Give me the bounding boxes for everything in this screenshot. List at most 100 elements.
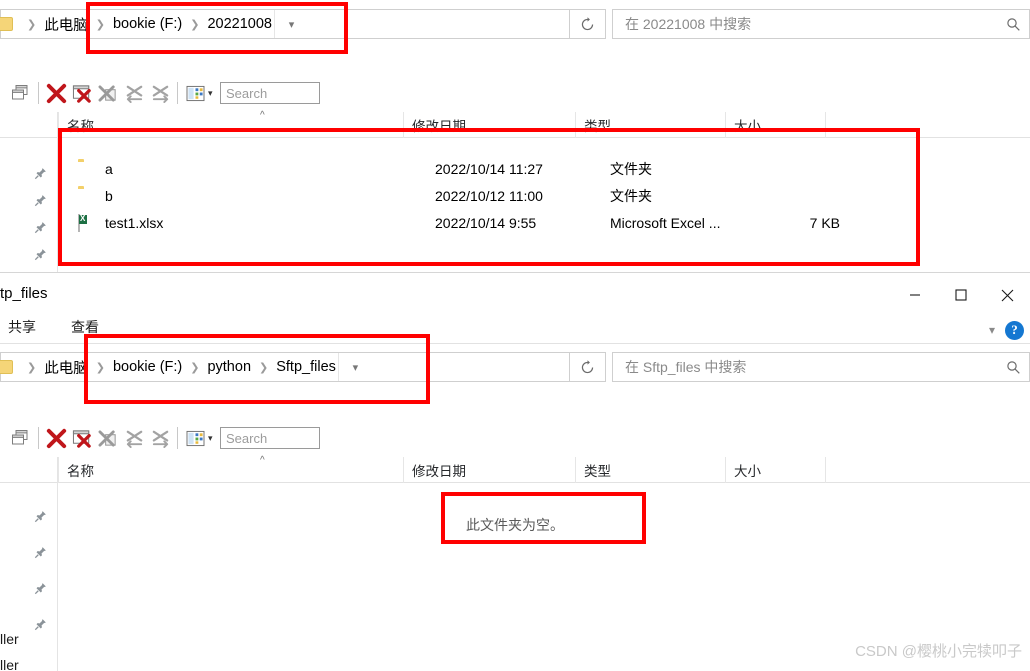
address-dropdown-icon[interactable]: ▾ <box>337 353 372 381</box>
refresh-icon <box>581 359 594 373</box>
breadcrumb-item[interactable]: bookie (F:) <box>111 16 184 32</box>
file-name: a <box>105 160 113 177</box>
ribbon-right-controls: ▾ ? <box>989 317 1024 343</box>
sidebar-item-truncated[interactable]: ller <box>0 631 19 647</box>
column-header-size[interactable]: 大小 <box>725 457 825 483</box>
breadcrumb-item[interactable]: 此电脑 <box>42 357 90 378</box>
delete-red-x-icon[interactable] <box>43 425 69 451</box>
breadcrumb-2: ❯ 此电脑 ❯ bookie (F:) ❯ python ❯ Sftp_file… <box>21 357 338 378</box>
quick-access-pins-1 <box>0 160 56 268</box>
table-row[interactable]: a 2022/10/14 11:27 文件夹 <box>78 155 1030 182</box>
address-bar-1[interactable]: ❯ 此电脑 ❯ bookie (F:) ❯ 20221008 ▾ <box>0 9 570 39</box>
help-button[interactable]: ? <box>1005 320 1024 340</box>
window-controls <box>892 273 1030 317</box>
transfer-left-icon[interactable] <box>121 425 147 451</box>
chevron-right-icon: ❯ <box>27 361 37 374</box>
table-row[interactable]: b 2022/10/12 11:00 文件夹 <box>78 182 1030 209</box>
column-header-type[interactable]: 类型 <box>575 112 725 138</box>
excel-file-icon <box>78 213 96 232</box>
breadcrumb-1: ❯ 此电脑 ❯ bookie (F:) ❯ 20221008 <box>21 14 274 35</box>
pin-icon[interactable] <box>0 241 56 268</box>
toolbar-separator <box>38 82 39 104</box>
pin-icon[interactable] <box>0 534 56 570</box>
toolbar-2: ▾ Search <box>0 421 1030 455</box>
file-date: 2022/10/12 11:00 <box>435 187 543 204</box>
explorer-window-top: ❯ 此电脑 ❯ bookie (F:) ❯ 20221008 ▾ 在 20221… <box>0 0 1030 281</box>
chevron-right-icon: ❯ <box>95 18 105 31</box>
column-header-extra <box>825 112 885 138</box>
chevron-right-icon: ❯ <box>27 18 37 31</box>
column-header-date[interactable]: 修改日期 <box>403 112 575 138</box>
address-bar-2[interactable]: ❯ 此电脑 ❯ bookie (F:) ❯ python ❯ Sftp_file… <box>0 352 570 382</box>
chevron-down-icon[interactable]: ▾ <box>989 323 995 337</box>
column-header-size[interactable]: 大小 <box>725 112 825 138</box>
minimize-button[interactable] <box>892 275 938 315</box>
transfer-left-icon[interactable] <box>121 80 147 106</box>
pin-icon[interactable] <box>0 214 56 241</box>
file-type: Microsoft Excel ... <box>610 214 721 231</box>
close-window-red-x-icon[interactable] <box>69 425 95 451</box>
file-type: 文件夹 <box>610 187 652 204</box>
file-date: 2022/10/14 11:27 <box>435 160 543 177</box>
refresh-button-1[interactable] <box>570 9 606 39</box>
breadcrumb-item[interactable]: python <box>205 359 253 375</box>
column-header-row-2: 名称 修改日期 类型 大小 ^ <box>0 455 1030 483</box>
chevron-down-small-icon[interactable]: ▾ <box>208 88 213 99</box>
duplicate-window-icon[interactable] <box>8 425 34 451</box>
duplicate-window-icon[interactable] <box>8 80 34 106</box>
pin-icon[interactable] <box>0 160 56 187</box>
chevron-right-icon: ❯ <box>190 361 200 374</box>
address-dropdown-icon[interactable]: ▾ <box>273 10 308 38</box>
folder-icon <box>0 17 13 31</box>
chevron-down-small-icon[interactable]: ▾ <box>208 433 213 444</box>
tab-share[interactable]: 共享 <box>8 317 36 337</box>
toolbar-separator <box>38 427 39 449</box>
file-size: 7 KB <box>809 214 840 231</box>
toolbar-search-input-2[interactable]: Search <box>220 427 320 449</box>
csdn-watermark: CSDN @樱桃小完犊叩子 <box>855 643 1022 660</box>
maximize-button[interactable] <box>938 275 984 315</box>
transfer-right-icon[interactable] <box>147 80 173 106</box>
search-box-2[interactable]: 在 Sftp_files 中搜索 <box>612 352 1030 382</box>
sort-ascending-caret: ^ <box>260 455 265 466</box>
chevron-right-icon: ❯ <box>95 361 105 374</box>
sidebar-item-truncated[interactable]: ller <box>0 657 19 671</box>
breadcrumb-item[interactable]: 20221008 <box>205 16 274 32</box>
breadcrumb-item[interactable]: Sftp_files <box>274 359 338 375</box>
chevron-right-icon: ❯ <box>259 361 269 374</box>
view-options-icon[interactable] <box>182 425 208 451</box>
column-header-row-1: 名称 修改日期 类型 大小 ^ <box>0 110 1030 138</box>
column-header-date[interactable]: 修改日期 <box>403 457 575 483</box>
breadcrumb-item[interactable]: 此电脑 <box>42 14 90 35</box>
chevron-right-icon: ❯ <box>190 18 200 31</box>
title-bar-2[interactable]: tp_files <box>0 273 1030 317</box>
view-options-icon[interactable] <box>182 80 208 106</box>
address-bar-row-1: ❯ 此电脑 ❯ bookie (F:) ❯ 20221008 ▾ 在 20221… <box>0 2 1030 46</box>
pin-icon[interactable] <box>0 570 56 606</box>
cut-disconnect-icon[interactable] <box>95 80 121 106</box>
tab-view[interactable]: 查看 <box>71 317 99 337</box>
column-header-name[interactable]: 名称 <box>58 112 403 138</box>
refresh-button-2[interactable] <box>570 352 606 382</box>
toolbar-separator <box>177 82 178 104</box>
divider <box>0 343 1030 344</box>
toolbar-1: ▾ Search <box>0 76 1030 110</box>
delete-red-x-icon[interactable] <box>43 80 69 106</box>
address-bar-row-2: ❯ 此电脑 ❯ bookie (F:) ❯ python ❯ Sftp_file… <box>0 345 1030 389</box>
cut-disconnect-icon[interactable] <box>95 425 121 451</box>
pin-icon[interactable] <box>0 187 56 214</box>
close-window-red-x-icon[interactable] <box>69 80 95 106</box>
column-header-name[interactable]: 名称 <box>58 457 403 483</box>
column-header-type[interactable]: 类型 <box>575 457 725 483</box>
table-row[interactable]: test1.xlsx 2022/10/14 9:55 Microsoft Exc… <box>78 209 1030 236</box>
toolbar-search-input-1[interactable]: Search <box>220 82 320 104</box>
search-box-1[interactable]: 在 20221008 中搜索 <box>612 9 1030 39</box>
column-header-extra <box>825 457 885 483</box>
search-icon <box>1007 17 1020 31</box>
search-placeholder: 在 20221008 中搜索 <box>625 16 752 32</box>
transfer-right-icon[interactable] <box>147 425 173 451</box>
divider <box>57 112 58 281</box>
search-placeholder: 在 Sftp_files 中搜索 <box>625 359 747 375</box>
breadcrumb-item[interactable]: bookie (F:) <box>111 359 184 375</box>
close-button[interactable] <box>984 275 1030 315</box>
